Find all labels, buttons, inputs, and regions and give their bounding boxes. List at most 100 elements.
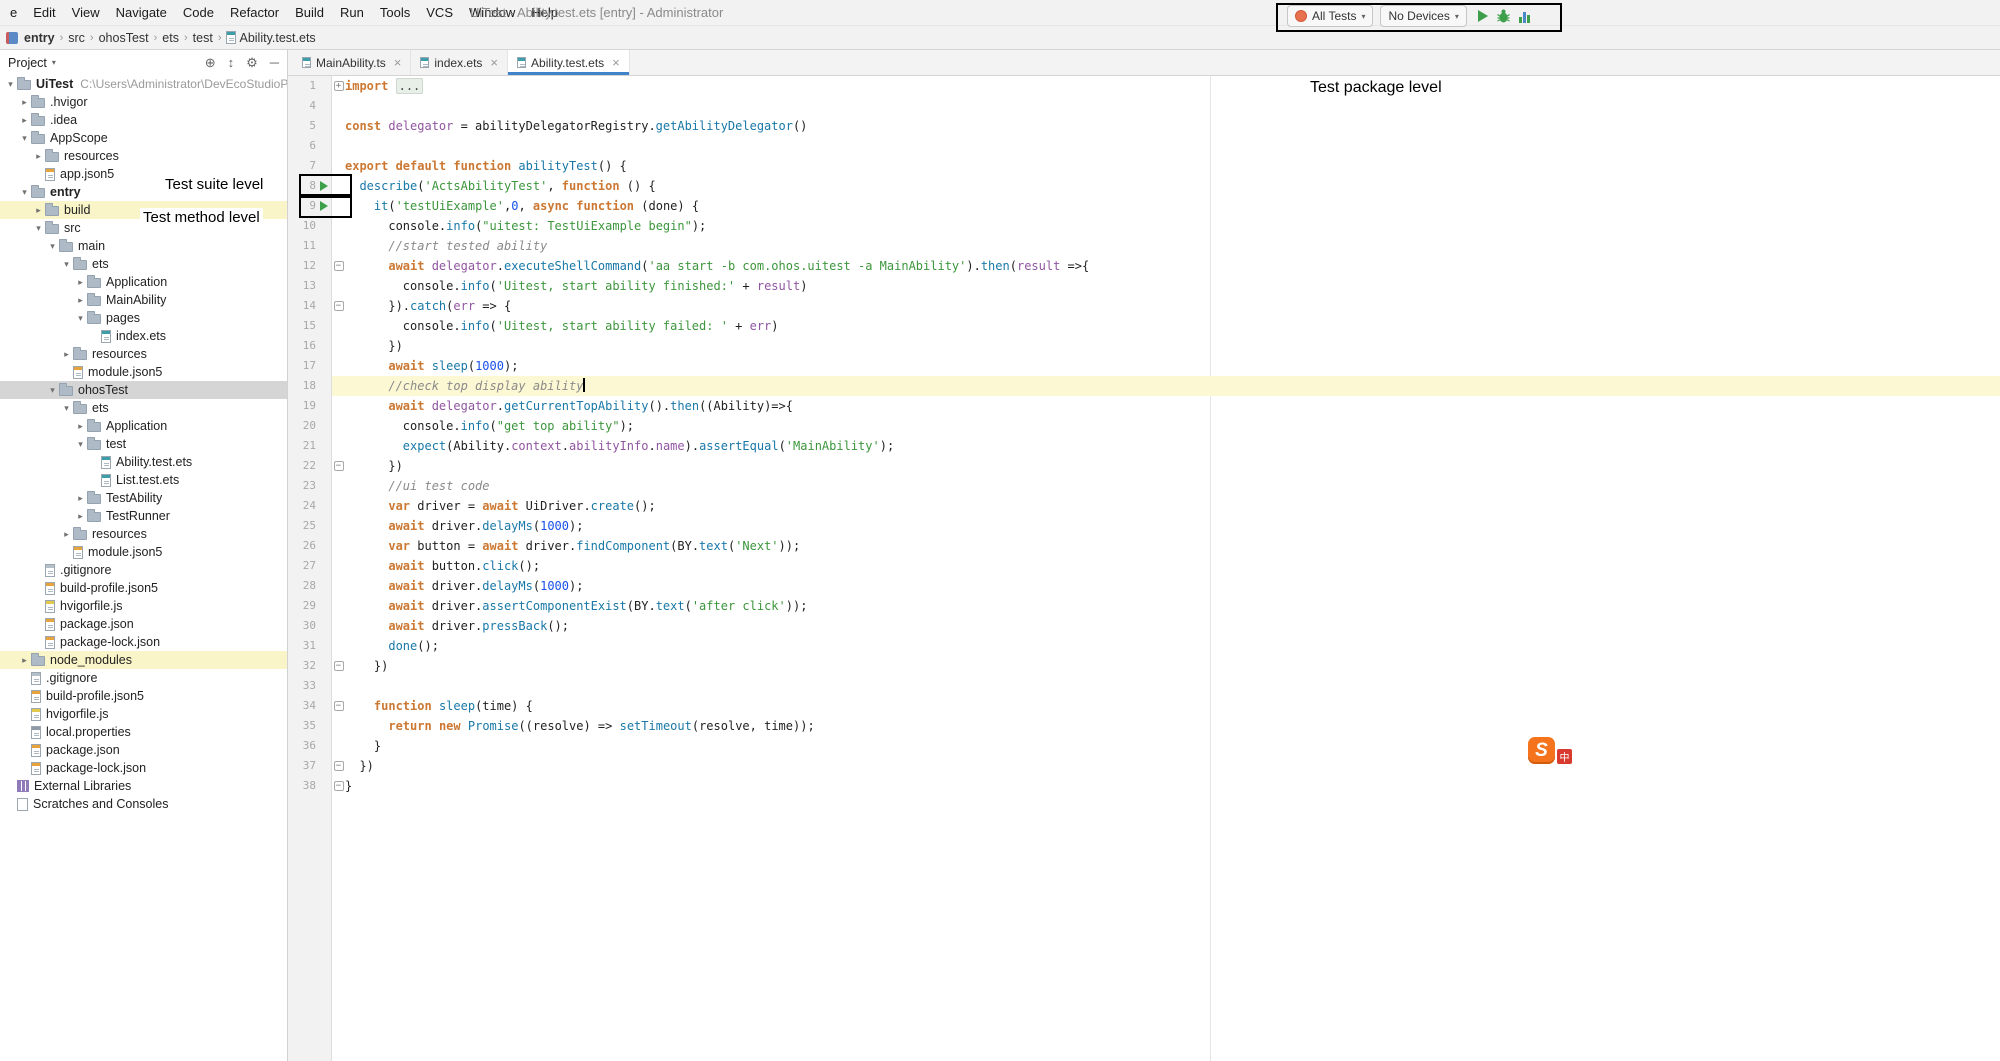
code-line-7[interactable]: 7export default function abilityTest() { [288, 156, 2000, 176]
tab-index-ets[interactable]: index.ets× [411, 50, 508, 75]
code-line-32[interactable]: 32− }) [288, 656, 2000, 676]
tree-item-node-modules[interactable]: ▸node_modules [0, 651, 287, 669]
breadcrumb-item-entry[interactable]: entry [24, 31, 55, 45]
tree-item-gitignore[interactable]: .gitignore [0, 669, 287, 687]
code-line-14[interactable]: 14− }).catch(err => { [288, 296, 2000, 316]
breadcrumb-item-ability-test-ets[interactable]: Ability.test.ets [226, 31, 315, 45]
tree-collapsed-arrow-icon[interactable]: ▸ [18, 655, 31, 666]
code-editor[interactable]: 1+import ...45const delegator = abilityD… [288, 76, 2000, 1061]
tree-item-build-profile-json5[interactable]: build-profile.json5 [0, 687, 287, 705]
menu-item-build[interactable]: Build [287, 5, 332, 20]
breadcrumb-item-src[interactable]: src [68, 31, 85, 45]
run-config-selector[interactable]: All Tests ▾ [1287, 5, 1373, 27]
tree-item-module-json5[interactable]: module.json5 [0, 543, 287, 561]
code-line-36[interactable]: 36 } [288, 736, 2000, 756]
tree-collapsed-arrow-icon[interactable]: ▸ [32, 205, 45, 216]
tree-collapsed-arrow-icon[interactable]: ▸ [74, 295, 87, 306]
tree-item-build[interactable]: ▸build [0, 201, 287, 219]
menu-item-view[interactable]: View [64, 5, 108, 20]
fold-marker-icon[interactable]: + [334, 81, 344, 91]
tree-item-hvigorfile-js[interactable]: hvigorfile.js [0, 705, 287, 723]
close-icon[interactable]: × [612, 55, 620, 70]
tree-item-app-json5[interactable]: app.json5 [0, 165, 287, 183]
tree-item-package-json[interactable]: package.json [0, 741, 287, 759]
menu-item-code[interactable]: Code [175, 5, 222, 20]
fold-marker-icon[interactable]: − [334, 301, 344, 311]
tree-item-build-profile-json5[interactable]: build-profile.json5 [0, 579, 287, 597]
code-line-18[interactable]: 18 //check top display ability [288, 376, 2000, 396]
device-selector[interactable]: No Devices ▾ [1380, 5, 1466, 27]
code-line-8[interactable]: 8 describe('ActsAbilityTest', function (… [288, 176, 2000, 196]
code-line-15[interactable]: 15 console.info('Uitest, start ability f… [288, 316, 2000, 336]
run-test-icon[interactable] [320, 201, 328, 211]
code-line-34[interactable]: 34− function sleep(time) { [288, 696, 2000, 716]
tree-item-uitest[interactable]: ▾UiTestC:\Users\Administrator\DevEcoStud… [0, 75, 287, 93]
tree-item-mainability[interactable]: ▸MainAbility [0, 291, 287, 309]
code-line-29[interactable]: 29 await driver.assertComponentExist(BY.… [288, 596, 2000, 616]
tree-expanded-arrow-icon[interactable]: ▾ [74, 439, 87, 450]
menu-item-e[interactable]: e [2, 5, 25, 20]
code-line-31[interactable]: 31 done(); [288, 636, 2000, 656]
tree-item-pages[interactable]: ▾pages [0, 309, 287, 327]
tree-collapsed-arrow-icon[interactable]: ▸ [18, 115, 31, 126]
code-line-22[interactable]: 22− }) [288, 456, 2000, 476]
tree-item-scratches-and-consoles[interactable]: Scratches and Consoles [0, 795, 287, 813]
expand-collapse-icon[interactable]: ↕ [228, 55, 235, 71]
tab-mainability-ts[interactable]: MainAbility.ts× [293, 50, 411, 75]
tree-item-module-json5[interactable]: module.json5 [0, 363, 287, 381]
close-icon[interactable]: × [394, 55, 402, 70]
tree-item-local-properties[interactable]: local.properties [0, 723, 287, 741]
fold-marker-icon[interactable]: − [334, 701, 344, 711]
tree-item-ability-test-ets[interactable]: Ability.test.ets [0, 453, 287, 471]
fold-marker-icon[interactable]: − [334, 781, 344, 791]
tree-item-testrunner[interactable]: ▸TestRunner [0, 507, 287, 525]
code-line-24[interactable]: 24 var driver = await UiDriver.create(); [288, 496, 2000, 516]
tree-item-ets[interactable]: ▾ets [0, 399, 287, 417]
menu-item-edit[interactable]: Edit [25, 5, 63, 20]
code-line-19[interactable]: 19 await delegator.getCurrentTopAbility(… [288, 396, 2000, 416]
code-line-35[interactable]: 35 return new Promise((resolve) => setTi… [288, 716, 2000, 736]
code-line-21[interactable]: 21 expect(Ability.context.abilityInfo.na… [288, 436, 2000, 456]
tree-item-ets[interactable]: ▾ets [0, 255, 287, 273]
tree-item-application[interactable]: ▸Application [0, 417, 287, 435]
settings-icon[interactable]: ⚙ [246, 55, 258, 71]
tree-expanded-arrow-icon[interactable]: ▾ [46, 385, 59, 396]
code-line-11[interactable]: 11 //start tested ability [288, 236, 2000, 256]
project-panel-title[interactable]: Project [8, 56, 47, 70]
code-line-27[interactable]: 27 await button.click(); [288, 556, 2000, 576]
code-line-13[interactable]: 13 console.info('Uitest, start ability f… [288, 276, 2000, 296]
tree-item-entry[interactable]: ▾entry [0, 183, 287, 201]
debug-button[interactable] [1495, 8, 1512, 24]
code-line-4[interactable]: 4 [288, 96, 2000, 116]
code-line-6[interactable]: 6 [288, 136, 2000, 156]
tree-expanded-arrow-icon[interactable]: ▾ [18, 133, 31, 144]
code-line-10[interactable]: 10 console.info("uitest: TestUiExample b… [288, 216, 2000, 236]
tree-item-package-lock-json[interactable]: package-lock.json [0, 759, 287, 777]
tree-item-resources[interactable]: ▸resources [0, 147, 287, 165]
tree-item-resources[interactable]: ▸resources [0, 345, 287, 363]
locate-icon[interactable]: ⊕ [205, 55, 216, 71]
code-line-9[interactable]: 9 it('testUiExample',0, async function (… [288, 196, 2000, 216]
breadcrumb-item-ets[interactable]: ets [162, 31, 179, 45]
menu-item-tools[interactable]: Tools [372, 5, 418, 20]
run-button[interactable] [1478, 10, 1488, 22]
menu-item-refactor[interactable]: Refactor [222, 5, 287, 20]
run-test-icon[interactable] [320, 181, 328, 191]
tree-item-idea[interactable]: ▸.idea [0, 111, 287, 129]
tree-item-package-lock-json[interactable]: package-lock.json [0, 633, 287, 651]
fold-marker-icon[interactable]: − [334, 461, 344, 471]
code-line-20[interactable]: 20 console.info("get top ability"); [288, 416, 2000, 436]
tree-collapsed-arrow-icon[interactable]: ▸ [74, 421, 87, 432]
tree-item-application[interactable]: ▸Application [0, 273, 287, 291]
code-line-12[interactable]: 12− await delegator.executeShellCommand(… [288, 256, 2000, 276]
tree-item-appscope[interactable]: ▾AppScope [0, 129, 287, 147]
menu-item-navigate[interactable]: Navigate [108, 5, 175, 20]
chinese-mode-icon[interactable]: 中 [1557, 749, 1572, 764]
tree-collapsed-arrow-icon[interactable]: ▸ [32, 151, 45, 162]
tree-expanded-arrow-icon[interactable]: ▾ [74, 313, 87, 324]
code-line-30[interactable]: 30 await driver.pressBack(); [288, 616, 2000, 636]
tree-item-list-test-ets[interactable]: List.test.ets [0, 471, 287, 489]
tree-collapsed-arrow-icon[interactable]: ▸ [74, 493, 87, 504]
tree-expanded-arrow-icon[interactable]: ▾ [60, 259, 73, 270]
tree-expanded-arrow-icon[interactable]: ▾ [4, 79, 17, 90]
